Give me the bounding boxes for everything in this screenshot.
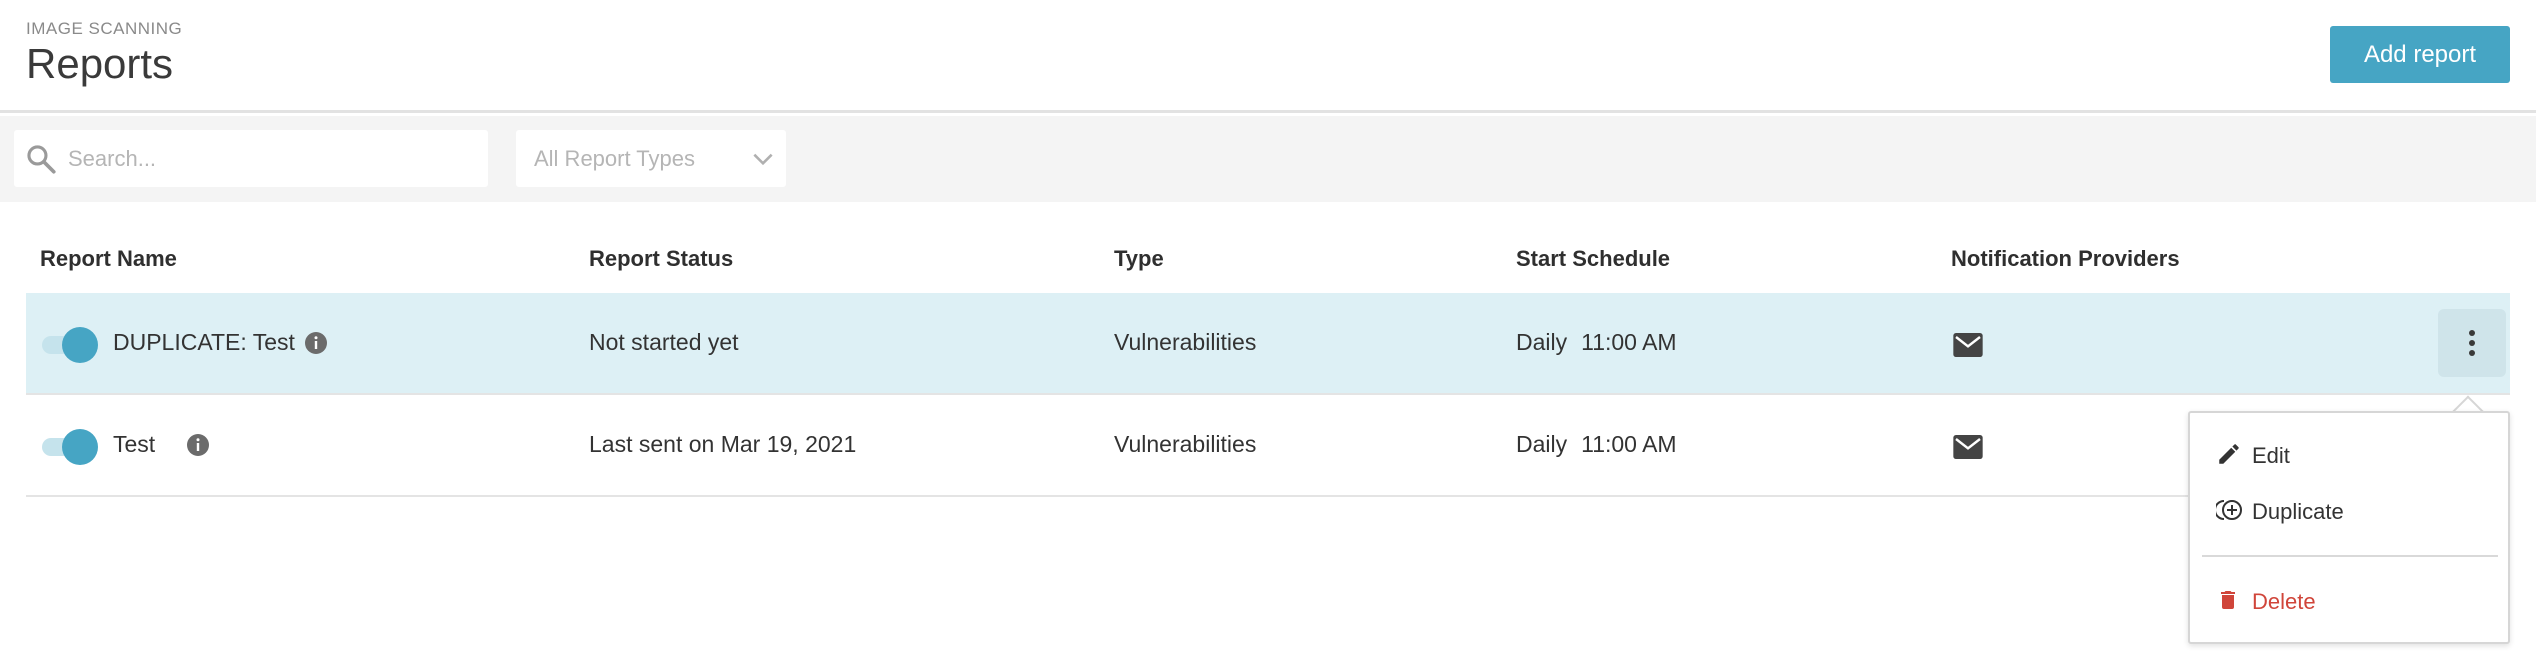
schedule-frequency: Daily xyxy=(1516,431,1568,457)
table-row[interactable]: Test Last sent on Mar 19, 2021 Vulnerabi… xyxy=(26,395,2510,497)
menu-item-label: Delete xyxy=(2252,589,2316,614)
report-status: Not started yet xyxy=(589,329,739,355)
table-header: Report Name Report Status Type Start Sch… xyxy=(26,226,2510,292)
report-status: Last sent on Mar 19, 2021 xyxy=(589,431,857,457)
page-header: IMAGE SCANNING Reports Add report xyxy=(0,0,2536,113)
search-icon xyxy=(27,145,56,174)
report-type: Vulnerabilities xyxy=(1114,329,1257,355)
table-row[interactable]: DUPLICATE: Test Not started yet Vulnerab… xyxy=(26,293,2510,395)
column-header-start-schedule[interactable]: Start Schedule xyxy=(1516,246,1670,272)
more-vertical-icon xyxy=(2469,330,2475,356)
menu-item-edit[interactable]: Edit xyxy=(2216,435,2486,475)
info-icon[interactable] xyxy=(304,331,328,355)
pencil-icon xyxy=(2219,444,2239,464)
toggle-knob xyxy=(62,327,98,363)
add-report-button[interactable]: Add report xyxy=(2330,26,2510,83)
column-header-report-name[interactable]: Report Name xyxy=(40,246,177,272)
menu-item-label: Edit xyxy=(2252,443,2290,468)
schedule-frequency: Daily xyxy=(1516,329,1568,355)
schedule-time: 11:00 AM xyxy=(1581,431,1677,457)
report-schedule: Daily 11:00 AM xyxy=(1516,329,1677,356)
menu-item-duplicate[interactable]: Duplicate xyxy=(2216,491,2486,531)
column-header-notification-providers: Notification Providers xyxy=(1951,246,2180,271)
page-title: Reports xyxy=(26,40,174,87)
trash-icon xyxy=(2221,591,2235,609)
report-name[interactable]: DUPLICATE: Test xyxy=(113,329,295,356)
menu-divider xyxy=(2202,555,2498,557)
mail-icon xyxy=(1953,435,1983,459)
report-enabled-toggle[interactable] xyxy=(42,327,98,363)
column-header-type[interactable]: Type xyxy=(1114,246,1164,272)
schedule-time: 11:00 AM xyxy=(1581,329,1677,355)
reports-page: IMAGE SCANNING Reports Add report All Re… xyxy=(0,0,2536,664)
info-icon[interactable] xyxy=(186,433,210,457)
report-type-select-value: All Report Types xyxy=(534,146,696,171)
menu-item-delete[interactable]: Delete xyxy=(2216,581,2486,621)
search-box[interactable] xyxy=(14,130,488,187)
mail-icon xyxy=(1953,333,1983,357)
row-actions-button[interactable] xyxy=(2438,309,2506,377)
filter-bar: All Report Types xyxy=(0,116,2536,202)
toggle-knob xyxy=(62,429,98,465)
row-actions-menu: Edit Duplicate Delete xyxy=(2188,411,2510,644)
report-name[interactable]: Test xyxy=(113,431,155,458)
report-enabled-toggle[interactable] xyxy=(42,429,98,465)
report-type-select[interactable]: All Report Types xyxy=(516,130,786,187)
report-type: Vulnerabilities xyxy=(1114,431,1257,457)
search-input[interactable] xyxy=(68,130,478,187)
chevron-down-icon xyxy=(753,153,773,166)
report-schedule: Daily 11:00 AM xyxy=(1516,431,1677,458)
column-header-report-status[interactable]: Report Status xyxy=(589,246,733,272)
menu-item-label: Duplicate xyxy=(2252,499,2344,524)
breadcrumb[interactable]: IMAGE SCANNING xyxy=(26,19,182,39)
duplicate-icon xyxy=(2216,500,2242,520)
